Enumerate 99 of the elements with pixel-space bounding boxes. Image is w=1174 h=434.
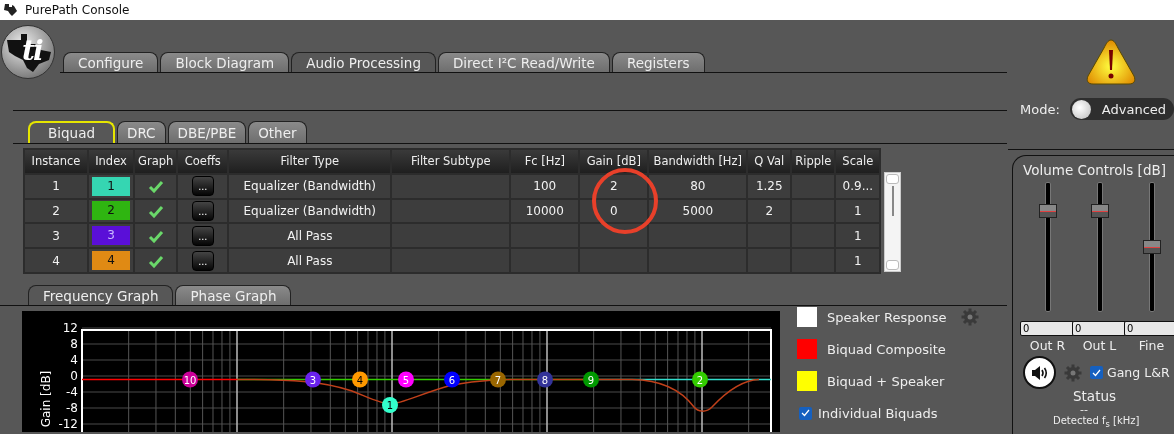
table-cell: 2 — [748, 199, 791, 223]
tab[interactable]: Registers — [611, 52, 705, 72]
coeffs-button[interactable]: ... — [191, 201, 214, 221]
column-header: Instance — [25, 150, 87, 173]
column-header: Ripple — [792, 150, 835, 173]
coeffs-button[interactable]: ... — [191, 176, 214, 197]
tab[interactable]: Phase Graph — [175, 285, 292, 305]
legend-label: Biquad + Speaker — [827, 373, 945, 389]
table-cell: Equalizer (Bandwidth) — [229, 199, 391, 223]
slider-thumb[interactable] — [1090, 203, 1109, 218]
tab[interactable]: Audio Processing — [291, 52, 436, 72]
scrollbar[interactable] — [884, 172, 902, 272]
table-cell: 10000 — [511, 199, 579, 223]
filter-marker[interactable]: 8 — [537, 371, 553, 388]
table-cell: All Pass — [229, 249, 391, 272]
slider-thumb[interactable] — [1038, 203, 1057, 218]
table-cell: 1 — [836, 249, 880, 272]
index-swatch: 4 — [92, 251, 130, 271]
detected-rate-label: Detected f$_{s}$ [kHz] — [1053, 415, 1141, 430]
y-tick-label: -8 — [66, 401, 78, 415]
y-tick-label: 12 — [62, 321, 78, 335]
column-header: Q Val — [748, 150, 791, 173]
filter-marker[interactable]: 6 — [444, 371, 460, 388]
table-cell: 2 — [580, 174, 648, 198]
slider-label: Out L — [1082, 338, 1117, 353]
y-tick-label: -12 — [58, 417, 78, 431]
column-header: Fc [Hz] — [511, 150, 579, 173]
number-field[interactable]: 0 — [1020, 321, 1075, 336]
checkbox[interactable] — [1090, 366, 1103, 379]
table-cell: 0.9... — [836, 174, 880, 198]
number-field[interactable]: 0 — [1124, 321, 1174, 336]
coeffs-button[interactable]: ... — [191, 250, 214, 271]
table-cell: 5000 — [649, 199, 747, 223]
table-cell: 100 — [511, 174, 579, 198]
status-value: -- — [1080, 404, 1089, 415]
table-cell: 1 — [836, 199, 880, 223]
tab[interactable]: DRC — [117, 121, 166, 143]
table-cell: 1 — [836, 224, 880, 248]
highlight-circle — [592, 168, 658, 234]
slider-thumb[interactable] — [1142, 240, 1161, 254]
index-swatch: 1 — [92, 176, 130, 196]
y-tick-label: 0 — [70, 369, 78, 383]
column-header: Graph — [135, 150, 177, 173]
table-cell: Equalizer (Bandwidth) — [229, 174, 391, 198]
mode-label: Mode: — [1020, 101, 1060, 117]
tab[interactable]: Configure — [63, 52, 159, 72]
settings-icon[interactable] — [961, 308, 980, 326]
y-tick-label: 4 — [70, 353, 78, 367]
index-swatch: 2 — [92, 201, 130, 221]
filter-marker[interactable]: 3 — [305, 371, 321, 388]
speaker-icon — [1030, 364, 1049, 381]
table-cell: 1.25 — [748, 174, 791, 198]
column-header: Scale — [836, 150, 880, 173]
panel-title: Volume Controls [dB] — [1023, 162, 1167, 178]
y-tick-label: 8 — [70, 337, 78, 351]
filter-marker[interactable]: 10 — [182, 371, 198, 388]
logo: ti — [1, 25, 55, 79]
tab[interactable]: Block Diagram — [160, 52, 290, 72]
table-cell: 2 — [25, 199, 87, 223]
table-cell: 0 — [580, 199, 648, 223]
column-header: Gain [dB] — [580, 150, 648, 173]
tab[interactable]: Biquad — [28, 121, 115, 143]
column-header: Filter Type — [229, 150, 391, 173]
settings-icon[interactable] — [1064, 363, 1082, 382]
speaker-button[interactable] — [1023, 356, 1056, 389]
y-tick-label: -4 — [66, 385, 78, 399]
legend-label: Speaker Response — [827, 309, 947, 325]
slider-label: Fine — [1138, 338, 1165, 353]
checkbox-label: Individual Biquads — [818, 405, 938, 421]
filter-marker[interactable]: 1 — [382, 397, 398, 413]
checkbox-label: Gang L&R — [1107, 365, 1170, 380]
window-title: PurePath Console — [25, 3, 130, 17]
filter-marker[interactable]: 4 — [352, 371, 368, 388]
checkbox[interactable] — [799, 406, 812, 420]
table-cell: 80 — [649, 174, 747, 198]
warning-icon[interactable] — [1085, 38, 1137, 86]
y-axis-label: Gain [dB] — [39, 370, 53, 428]
index-swatch: 3 — [92, 226, 130, 246]
tab[interactable]: Frequency Graph — [28, 285, 174, 305]
legend-label: Biquad Composite — [827, 341, 946, 357]
tab[interactable]: Other — [248, 121, 307, 143]
tab[interactable]: Direct I²C Read/Write — [437, 52, 610, 72]
filter-marker[interactable]: 7 — [490, 371, 506, 388]
tab[interactable]: DBE/PBE — [167, 121, 247, 143]
status-label: Status — [1073, 389, 1118, 404]
table-cell: All Pass — [229, 224, 391, 248]
number-field[interactable]: 0 — [1072, 321, 1127, 336]
table-cell: 4 — [25, 249, 87, 272]
filter-marker[interactable]: 9 — [583, 371, 599, 388]
coeffs-button[interactable]: ... — [191, 225, 214, 246]
column-header: Index — [89, 150, 133, 173]
column-header: Bandwidth [Hz] — [649, 150, 747, 173]
column-header: Filter Subtype — [392, 150, 510, 173]
mode-toggle[interactable]: Advanced — [1069, 98, 1174, 120]
slider-label: Out R — [1029, 338, 1066, 353]
app-icon — [3, 3, 19, 17]
table-cell: 3 — [25, 224, 87, 248]
table-cell: 1 — [25, 174, 87, 198]
column-header: Coeffs — [178, 150, 228, 173]
